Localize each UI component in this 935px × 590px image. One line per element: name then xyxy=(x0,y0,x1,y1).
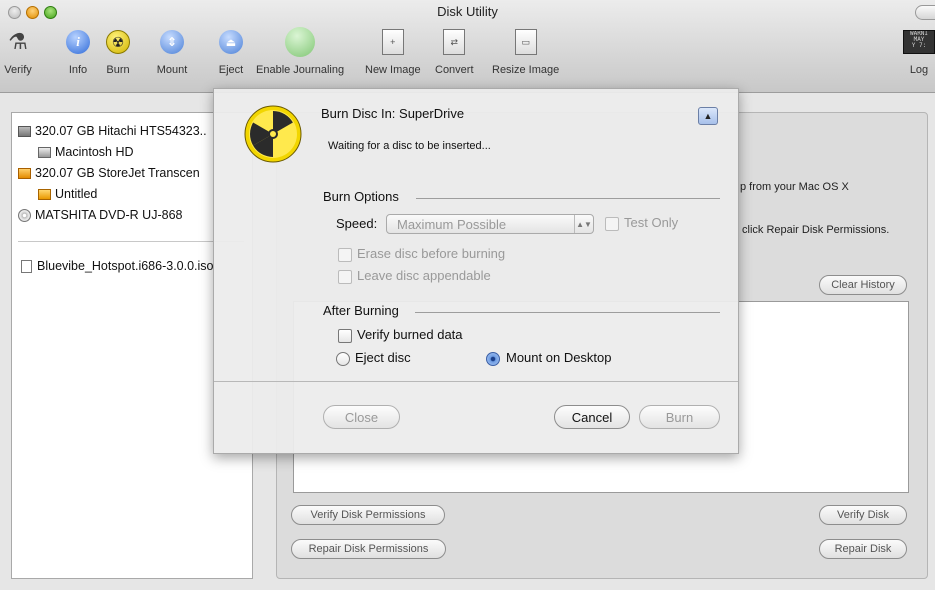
eject-icon: ⏏ xyxy=(219,30,243,54)
window-title: Disk Utility xyxy=(437,4,498,19)
mount-icon: ⇕ xyxy=(160,30,184,54)
log-icon: WARNI MAY Y 7: xyxy=(903,30,935,54)
convert-label: Convert xyxy=(435,64,474,76)
verify-disk-permissions-button[interactable]: Verify Disk Permissions xyxy=(291,505,445,525)
clear-history-button[interactable]: Clear History xyxy=(819,275,907,295)
resize-image-label: Resize Image xyxy=(492,64,560,76)
eject-label: Eject xyxy=(218,64,244,76)
burn-toolbar-button[interactable]: ☢ Burn xyxy=(102,26,134,76)
mount-toolbar-button[interactable]: ⇕ Mount xyxy=(156,26,188,76)
disk-utility-window: Disk Utility ⚗ Verify i Info ☢ Burn ⇕ Mo… xyxy=(0,0,935,590)
hard-disk-icon xyxy=(18,125,31,137)
sidebar-item-label: Macintosh HD xyxy=(55,145,134,159)
convert-icon: ⇄ xyxy=(443,29,466,55)
sidebar-item-label: 320.07 GB StoreJet Transcen xyxy=(35,166,200,180)
after-burning-divider xyxy=(415,312,720,313)
verify-toolbar-button[interactable]: ⚗ Verify xyxy=(2,26,34,76)
speed-select[interactable]: Maximum Possible ▲▼ xyxy=(386,214,594,234)
disclosure-button[interactable]: ▲ xyxy=(698,107,718,125)
burn-options-divider xyxy=(416,198,720,199)
resize-image-icon: ▭ xyxy=(514,29,537,55)
first-aid-hint-text-2: click Repair Disk Permissions. xyxy=(742,224,890,236)
info-toolbar-button[interactable]: i Info xyxy=(62,26,94,76)
eject-disc-radio[interactable] xyxy=(336,352,350,366)
sheet-status: Waiting for a disc to be inserted... xyxy=(328,140,491,152)
optical-drive-icon xyxy=(18,208,31,222)
sidebar-item-label: MATSHITA DVD-R UJ-868 xyxy=(35,208,183,222)
resize-image-toolbar-button[interactable]: ▭ Resize Image xyxy=(492,26,559,76)
after-burning-heading: After Burning xyxy=(323,303,399,318)
erase-before-label: Erase disc before burning xyxy=(357,246,506,261)
repair-disk-permissions-button[interactable]: Repair Disk Permissions xyxy=(291,539,446,559)
burn-icon: ☢ xyxy=(106,30,130,54)
sidebar-item-label: 320.07 GB Hitachi HTS54323.. xyxy=(35,124,207,138)
sheet-title: Burn Disc In: SuperDrive xyxy=(321,106,465,121)
external-volume-icon xyxy=(38,188,51,200)
volume-icon xyxy=(38,146,51,158)
triangle-up-icon: ▲ xyxy=(703,111,713,121)
burn-options-heading: Burn Options xyxy=(323,189,399,204)
leave-appendable-checkbox[interactable] xyxy=(338,270,352,284)
burn-label: Burn xyxy=(106,64,130,76)
convert-toolbar-button[interactable]: ⇄ Convert xyxy=(435,26,474,76)
info-icon: i xyxy=(66,30,90,54)
new-image-toolbar-button[interactable]: + New Image xyxy=(365,26,421,76)
microscope-icon: ⚗ xyxy=(8,29,28,54)
eject-toolbar-button[interactable]: ⏏ Eject xyxy=(215,26,247,76)
burn-disc-sheet: Burn Disc In: SuperDrive Waiting for a d… xyxy=(213,88,739,454)
info-label: Info xyxy=(68,64,88,76)
speed-label: Speed: xyxy=(336,216,378,231)
verify-label: Verify xyxy=(4,64,32,76)
verify-disk-button[interactable]: Verify Disk xyxy=(819,505,907,525)
sheet-separator xyxy=(214,381,738,382)
close-button[interactable]: Close xyxy=(323,405,400,429)
select-arrows-icon: ▲▼ xyxy=(574,215,593,233)
enable-journaling-label: Enable Journaling xyxy=(256,64,345,76)
new-image-icon: + xyxy=(381,29,404,55)
toolbar-toggle-button[interactable] xyxy=(915,5,935,20)
mount-on-desktop-radio[interactable] xyxy=(486,352,500,366)
enable-journaling-toolbar-button[interactable]: Enable Journaling xyxy=(256,26,344,76)
repair-disk-button[interactable]: Repair Disk xyxy=(819,539,907,559)
external-disk-icon xyxy=(18,167,31,179)
title-toolbar: Disk Utility ⚗ Verify i Info ☢ Burn ⇕ Mo… xyxy=(0,0,935,93)
sidebar-separator xyxy=(18,241,244,242)
test-only-label: Test Only xyxy=(624,215,679,230)
log-toolbar-button[interactable]: WARNI MAY Y 7: Log xyxy=(903,26,935,76)
speed-value: Maximum Possible xyxy=(397,216,507,232)
sidebar-item-label: Untitled xyxy=(55,187,98,201)
verify-burned-label: Verify burned data xyxy=(357,327,463,342)
leave-appendable-label: Leave disc appendable xyxy=(357,268,491,283)
new-image-label: New Image xyxy=(365,64,421,76)
eject-disc-label: Eject disc xyxy=(355,350,411,365)
journaling-icon xyxy=(285,27,316,57)
radiation-icon xyxy=(244,105,302,163)
sidebar-item-label: Bluevibe_Hotspot.i686-3.0.0.iso xyxy=(37,259,214,273)
mount-on-desktop-label: Mount on Desktop xyxy=(506,350,612,365)
first-aid-hint-text-1: p from your Mac OS X xyxy=(740,181,849,193)
disk-image-icon xyxy=(21,259,32,273)
log-label: Log xyxy=(909,64,929,76)
erase-before-checkbox[interactable] xyxy=(338,248,352,262)
test-only-checkbox[interactable] xyxy=(605,217,619,231)
verify-burned-checkbox[interactable] xyxy=(338,329,352,343)
cancel-button[interactable]: Cancel xyxy=(554,405,630,429)
mount-label: Mount xyxy=(156,64,188,76)
burn-button[interactable]: Burn xyxy=(639,405,720,429)
